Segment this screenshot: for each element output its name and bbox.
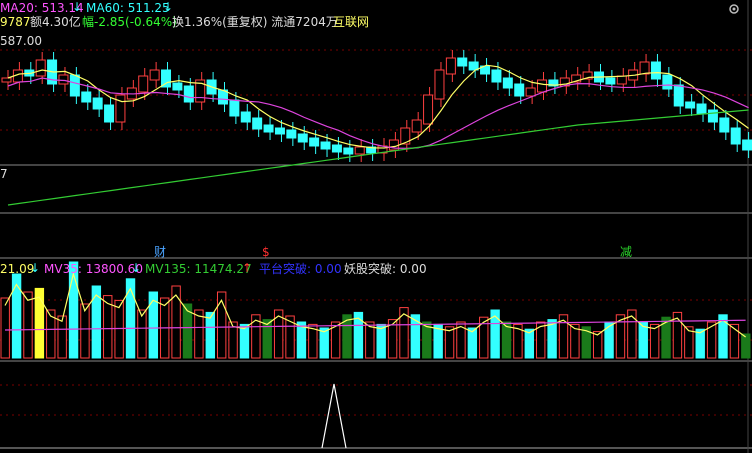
ma60-down-arrow-icon: ↓ xyxy=(163,0,174,14)
candle xyxy=(445,57,456,75)
candle xyxy=(149,69,160,81)
candle xyxy=(468,61,479,71)
candle xyxy=(58,74,69,85)
ma60-label: MA60: 511.25 xyxy=(86,1,170,15)
volume-bar xyxy=(239,323,250,359)
candle xyxy=(35,59,46,77)
candle xyxy=(252,117,263,130)
mv35-label: MV35: 13800.60 xyxy=(44,262,143,276)
volume-bar xyxy=(137,309,147,359)
candle xyxy=(673,84,684,107)
candle xyxy=(183,85,194,103)
candle xyxy=(115,94,126,123)
candle xyxy=(1,77,12,83)
candle xyxy=(240,111,251,123)
candle xyxy=(514,83,525,97)
candle xyxy=(605,77,616,85)
volume-bar xyxy=(741,333,751,359)
candle xyxy=(297,133,308,143)
ma20-down-arrow-icon: ↓ xyxy=(72,0,83,14)
candle xyxy=(525,87,536,97)
axis-edge-mark: 7 xyxy=(0,167,8,181)
candle xyxy=(138,75,149,93)
volume-bar xyxy=(194,309,204,359)
candle xyxy=(331,144,342,153)
volume-bar xyxy=(467,327,478,359)
amount-prefix: 9787 xyxy=(0,15,31,29)
candle xyxy=(742,139,752,151)
candle xyxy=(274,127,285,135)
candle xyxy=(502,77,513,89)
candle xyxy=(69,74,80,97)
marker-reduce[interactable]: 减 xyxy=(620,245,632,259)
price-high-label: 587.00 xyxy=(0,34,42,48)
candle xyxy=(707,109,718,123)
change-label: 幅-2.85(-0.64%) xyxy=(82,15,177,29)
volume-bar xyxy=(23,291,33,359)
candle xyxy=(491,69,502,83)
gear-icon[interactable] xyxy=(726,2,742,16)
candle xyxy=(730,127,741,145)
candle xyxy=(229,99,240,117)
candle xyxy=(434,69,445,100)
stock-chart xyxy=(0,0,752,453)
volume-bar xyxy=(649,323,660,359)
volume-down-arrow-icon: ↓ xyxy=(30,261,41,275)
volume-bar xyxy=(57,315,67,359)
volume-bar xyxy=(262,319,272,359)
candle xyxy=(343,147,354,155)
candle xyxy=(309,137,320,147)
platform-breakout-label: 平台突破: 0.00 xyxy=(259,262,342,276)
marker-dollar[interactable]: $ xyxy=(262,245,270,259)
candle xyxy=(719,117,730,133)
candle xyxy=(161,69,172,88)
candle xyxy=(92,97,103,110)
volume-bar xyxy=(205,311,215,359)
volume-bar xyxy=(695,328,705,359)
volume-bar xyxy=(114,299,124,359)
candle xyxy=(320,141,331,150)
volume-bar xyxy=(376,323,386,359)
turnover-label: 换1.36%(重复权) 流通7204万 xyxy=(172,15,338,29)
candle xyxy=(685,101,696,109)
candle xyxy=(650,61,661,80)
candle xyxy=(537,79,548,93)
candle xyxy=(172,82,183,91)
candle xyxy=(616,75,627,85)
sector-link[interactable]: 互联网 xyxy=(333,15,369,29)
volume-bar xyxy=(353,311,364,359)
volume-bar xyxy=(524,328,535,359)
volume-bar xyxy=(444,326,455,359)
candle xyxy=(81,91,92,103)
ma-green-line xyxy=(7,109,749,206)
candle xyxy=(286,129,297,139)
candle xyxy=(696,103,707,115)
volume-bar xyxy=(592,331,603,359)
candle xyxy=(457,57,468,67)
volume-bar xyxy=(604,321,614,359)
candle xyxy=(263,124,274,133)
marker-finance[interactable]: 财 xyxy=(154,245,166,259)
candle xyxy=(639,61,650,75)
candle xyxy=(423,94,434,125)
candle xyxy=(104,104,115,123)
volume-bar xyxy=(319,327,329,359)
amount-label: 额4.30亿 xyxy=(30,15,81,29)
mv135-label: MV135: 11474.27 xyxy=(145,262,252,276)
mv135-up-arrow-icon: ↑ xyxy=(242,261,253,275)
candle xyxy=(354,146,365,155)
signal-spike xyxy=(321,383,347,449)
candle xyxy=(662,74,673,90)
demon-breakout-label: 妖股突破: 0.00 xyxy=(344,262,427,276)
candle xyxy=(411,119,422,133)
mv35-down-arrow-icon: ↓ xyxy=(131,261,142,275)
volume-bar xyxy=(80,303,90,359)
volume-bar xyxy=(11,273,22,359)
volume-bar xyxy=(0,297,10,359)
volume-bar xyxy=(34,287,45,359)
